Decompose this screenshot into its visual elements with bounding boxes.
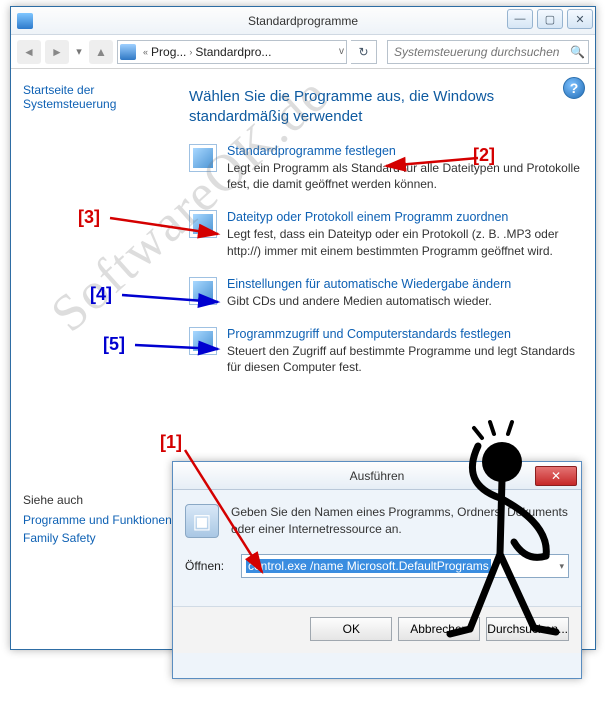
open-combobox[interactable]: control.exe /name Microsoft.DefaultProgr… bbox=[241, 554, 569, 578]
history-dropdown[interactable]: ▾ bbox=[73, 45, 85, 58]
titlebar: Standardprogramme — ▢ ✕ bbox=[11, 7, 595, 35]
option-associate-filetype: Dateityp oder Protokoll einem Programm z… bbox=[189, 210, 581, 258]
refresh-button[interactable]: ↻ bbox=[351, 40, 377, 64]
sidebar: Startseite der Systemsteuerung Siehe auc… bbox=[11, 69, 181, 649]
option-icon bbox=[189, 327, 217, 355]
app-icon bbox=[17, 13, 33, 29]
see-also-programs-link[interactable]: Programme und Funktionen bbox=[23, 513, 172, 527]
option-link-program-access[interactable]: Programmzugriff und Computerstandards fe… bbox=[227, 327, 581, 341]
run-dialog-titlebar: Ausführen ✕ bbox=[173, 462, 581, 490]
back-button[interactable]: ◄ bbox=[17, 40, 41, 64]
run-dialog-close-button[interactable]: ✕ bbox=[535, 466, 577, 486]
ok-button[interactable]: OK bbox=[310, 617, 392, 641]
close-button[interactable]: ✕ bbox=[567, 9, 593, 29]
search-input[interactable] bbox=[392, 44, 566, 60]
option-desc: Legt fest, dass ein Dateityp oder ein Pr… bbox=[227, 226, 581, 258]
see-also-family-safety-link[interactable]: Family Safety bbox=[23, 531, 172, 545]
search-box[interactable]: 🔍 bbox=[387, 40, 589, 64]
breadcrumb[interactable]: « Prog... › Standardpro... v bbox=[117, 40, 347, 64]
option-link-associate[interactable]: Dateityp oder Protokoll einem Programm z… bbox=[227, 210, 581, 224]
control-panel-home-link[interactable]: Startseite der Systemsteuerung bbox=[23, 83, 169, 111]
option-desc: Gibt CDs und andere Medien automatisch w… bbox=[227, 293, 581, 309]
open-label: Öffnen: bbox=[185, 559, 233, 573]
option-program-access: Programmzugriff und Computerstandards fe… bbox=[189, 327, 581, 375]
option-icon bbox=[189, 210, 217, 238]
run-dialog-title: Ausführen bbox=[350, 469, 405, 483]
see-also-heading: Siehe auch bbox=[23, 493, 172, 507]
navigation-bar: ◄ ► ▾ ▲ « Prog... › Standardpro... v ↻ 🔍 bbox=[11, 35, 595, 69]
option-desc: Steuert den Zugriff auf bestimmte Progra… bbox=[227, 343, 581, 375]
breadcrumb-seg1[interactable]: Prog... bbox=[151, 45, 186, 59]
maximize-button[interactable]: ▢ bbox=[537, 9, 563, 29]
run-icon: ▣ bbox=[185, 504, 219, 538]
option-link-set-default[interactable]: Standardprogramme festlegen bbox=[227, 144, 581, 158]
chevron-down-icon[interactable]: ▾ bbox=[559, 561, 564, 572]
option-link-autoplay[interactable]: Einstellungen für automatische Wiedergab… bbox=[227, 277, 581, 291]
run-description: Geben Sie den Namen eines Programms, Ord… bbox=[231, 504, 569, 538]
option-desc: Legt ein Programm als Standard für alle … bbox=[227, 160, 581, 192]
breadcrumb-seg2[interactable]: Standardpro... bbox=[195, 45, 271, 59]
option-autoplay: Einstellungen für automatische Wiedergab… bbox=[189, 277, 581, 309]
forward-button[interactable]: ► bbox=[45, 40, 69, 64]
search-icon: 🔍 bbox=[570, 45, 584, 59]
page-heading: Wählen Sie die Programme aus, die Window… bbox=[189, 87, 581, 126]
run-dialog: Ausführen ✕ ▣ Geben Sie den Namen eines … bbox=[172, 461, 582, 679]
open-value[interactable]: control.exe /name Microsoft.DefaultProgr… bbox=[246, 559, 491, 573]
option-set-default-programs: Standardprogramme festlegen Legt ein Pro… bbox=[189, 144, 581, 192]
minimize-button[interactable]: — bbox=[507, 9, 533, 29]
help-icon[interactable]: ? bbox=[563, 77, 585, 99]
breadcrumb-icon bbox=[120, 44, 136, 60]
cancel-button[interactable]: Abbrechen bbox=[398, 617, 480, 641]
up-button[interactable]: ▲ bbox=[89, 40, 113, 64]
browse-button[interactable]: Durchsuchen... bbox=[486, 617, 569, 641]
option-icon bbox=[189, 277, 217, 305]
option-icon bbox=[189, 144, 217, 172]
